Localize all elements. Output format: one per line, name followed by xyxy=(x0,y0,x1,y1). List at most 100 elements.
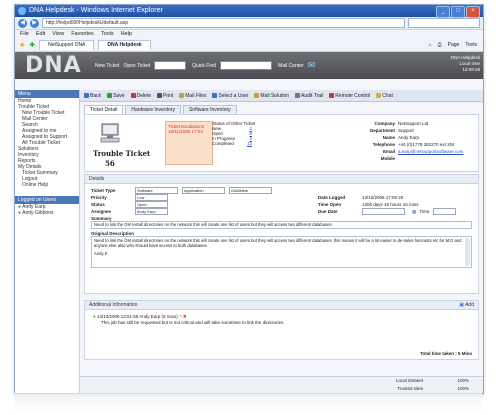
toolbar-icon xyxy=(295,92,301,98)
toolbar-icon xyxy=(179,92,185,98)
toolbar-button-label: Remote Control xyxy=(335,92,371,99)
quick-find-input[interactable] xyxy=(220,61,273,70)
details-grid: Ticket Type Software Application GoldMin… xyxy=(91,187,472,268)
computer-icon xyxy=(100,123,120,143)
page-menu[interactable]: Page xyxy=(448,42,460,48)
logged-user[interactable]: ● Andy Gibbons xyxy=(15,210,79,216)
browser-tab-helpdesk[interactable]: DNA Helpdesk xyxy=(98,40,151,50)
ticket-type-select-1[interactable]: Software xyxy=(135,187,178,194)
menu-tools[interactable]: Tools xyxy=(101,30,114,39)
due-date-label: Due Date xyxy=(318,209,338,214)
status-count-link[interactable]: 12 xyxy=(247,141,252,146)
toolbar-icon xyxy=(84,92,89,98)
entry-text: This job has still be requested but is n… xyxy=(101,320,284,325)
toolbar-button-label: Back xyxy=(90,92,102,99)
app-header: DNA New Ticket Open Ticket Quick Find Ma… xyxy=(15,52,483,79)
email-label: Email xyxy=(382,149,395,154)
other-ticket-status: Status of Other Ticket New 2 Open 8 In Progr… xyxy=(212,121,272,146)
maximize-button[interactable]: □ xyxy=(451,6,465,18)
open-ticket-input[interactable] xyxy=(154,61,187,70)
priority-label: Priority xyxy=(91,195,107,200)
toolbar-button-label: Delete xyxy=(136,92,151,99)
back-arrow-icon[interactable]: ◀ xyxy=(18,18,27,28)
description-text: Need to link the GM install directories … xyxy=(94,238,462,248)
menu-view[interactable]: View xyxy=(52,30,64,39)
toolbar-button[interactable]: Remote Control xyxy=(329,93,370,99)
zone-status: Local intranet xyxy=(395,378,423,383)
due-time-input[interactable] xyxy=(433,208,457,215)
assignee-select[interactable]: Andy Earp xyxy=(135,208,168,215)
add-note-button[interactable]: ▣ Add xyxy=(459,302,474,308)
zoom-status-2[interactable]: 100% xyxy=(457,386,469,391)
favorites-star-icon[interactable]: ★ xyxy=(19,41,25,49)
department-value: Support xyxy=(398,128,414,133)
additional-entry: ● 13/10/2006 13:51:59 Andy Earp (5 mins)… xyxy=(85,310,478,330)
toolbar-button[interactable]: Select a User xyxy=(212,93,248,99)
page-body: Menu Home Trouble Ticket New Trouble Ticke… xyxy=(15,90,483,393)
address-input[interactable]: http://helpd00f/HelpdeskUdefault.asp xyxy=(42,18,405,28)
new-ticket-link[interactable]: New Ticket xyxy=(95,63,119,69)
menu-file[interactable]: File xyxy=(20,30,29,39)
department-label: Department xyxy=(369,128,395,133)
menu-edit[interactable]: Edit xyxy=(36,30,45,39)
main-content: Back Save Delete Print Mail Files Select a Us… xyxy=(80,90,483,393)
toolbar-button[interactable]: Print xyxy=(156,93,173,99)
ticket-type-label: Ticket Type xyxy=(91,188,116,193)
menu-help[interactable]: Help xyxy=(121,30,132,39)
telephone-label: Telephone xyxy=(372,142,395,147)
calendar-icon[interactable]: ▦ xyxy=(412,209,416,215)
description-scrollbar[interactable] xyxy=(465,238,470,266)
toolbar-icon xyxy=(130,92,136,98)
ticket-type-select-3[interactable]: GoldMine xyxy=(229,187,272,194)
toolbar-button-label: Chat xyxy=(382,92,393,99)
toolbar-icon xyxy=(376,92,382,98)
status-select[interactable]: Open xyxy=(135,201,168,208)
sidebar-items: Home Trouble Ticket New Trouble Ticket Mail… xyxy=(15,98,79,188)
toolbar-button[interactable]: Delete xyxy=(130,92,151,99)
email-link[interactable]: a.earp@netsupportsoftware.com xyxy=(398,148,470,155)
menu-bar: File Edit View Favorites Tools Help xyxy=(15,30,483,39)
company-value: NetSupport Ltd xyxy=(398,121,429,126)
tools-menu[interactable]: Tools xyxy=(465,42,477,48)
note-bullet-icon: ● xyxy=(93,314,96,319)
status-row: Completed 12 xyxy=(212,141,252,146)
print-icon[interactable]: ⎙ xyxy=(438,42,442,48)
mail-center-link[interactable]: Mail Center xyxy=(278,63,304,69)
mail-icon[interactable]: ✉ xyxy=(308,60,316,71)
add-icon: ▣ xyxy=(459,302,464,308)
open-ticket-link[interactable]: Open Ticket xyxy=(123,63,150,69)
summary-field[interactable]: Need to link the GM install directories … xyxy=(91,221,472,229)
dna-logo: DNA xyxy=(25,53,82,78)
ticket-summary-panel: Trouble Ticket 56 Ticket Escalations 18/… xyxy=(84,114,479,172)
home-icon[interactable]: ⌂ xyxy=(429,42,432,48)
add-favorite-icon[interactable]: ✚ xyxy=(29,41,35,49)
forward-arrow-icon[interactable]: ▶ xyxy=(30,18,39,28)
status-name: Completed xyxy=(212,141,234,146)
toolbar-icon xyxy=(107,92,113,98)
browser-tab-netsupport[interactable]: NetSupport DNA xyxy=(39,40,95,50)
mobile-value xyxy=(398,155,470,162)
sidebar-item[interactable]: Online Help xyxy=(15,182,79,188)
minimize-button[interactable]: _ xyxy=(436,6,450,18)
close-button[interactable]: × xyxy=(466,6,480,18)
toolbar-button-label: Save xyxy=(113,92,125,99)
logged-users-list: ● Andy Earp ● Andy Gibbons xyxy=(15,204,79,216)
delete-note-icon[interactable]: ✖ xyxy=(183,314,187,319)
toolbar-button[interactable]: Audit Trail xyxy=(295,93,323,99)
toolbar-button[interactable]: Chat xyxy=(376,93,393,99)
toolbar-button[interactable]: Mail Files xyxy=(179,93,206,99)
zoom-status[interactable]: 100% xyxy=(457,378,469,383)
name-label: Name xyxy=(382,135,395,140)
due-date-input[interactable] xyxy=(362,208,405,215)
toolbar-button-label: Mail Files xyxy=(185,92,207,99)
description-field[interactable]: Need to link the GM install directories … xyxy=(91,236,472,268)
search-input[interactable] xyxy=(408,18,480,28)
priority-select[interactable]: Low xyxy=(135,194,168,201)
ticket-type-select-2[interactable]: Application xyxy=(182,187,225,194)
menu-favorites[interactable]: Favorites xyxy=(71,30,94,39)
due-time-label: Time: xyxy=(419,209,431,214)
toolbar-button[interactable]: Back xyxy=(84,93,101,99)
toolbar-button-label: Audit Trail xyxy=(301,92,324,99)
toolbar-button[interactable]: Save xyxy=(107,92,125,99)
toolbar-button[interactable]: Mail Solution xyxy=(254,93,289,99)
